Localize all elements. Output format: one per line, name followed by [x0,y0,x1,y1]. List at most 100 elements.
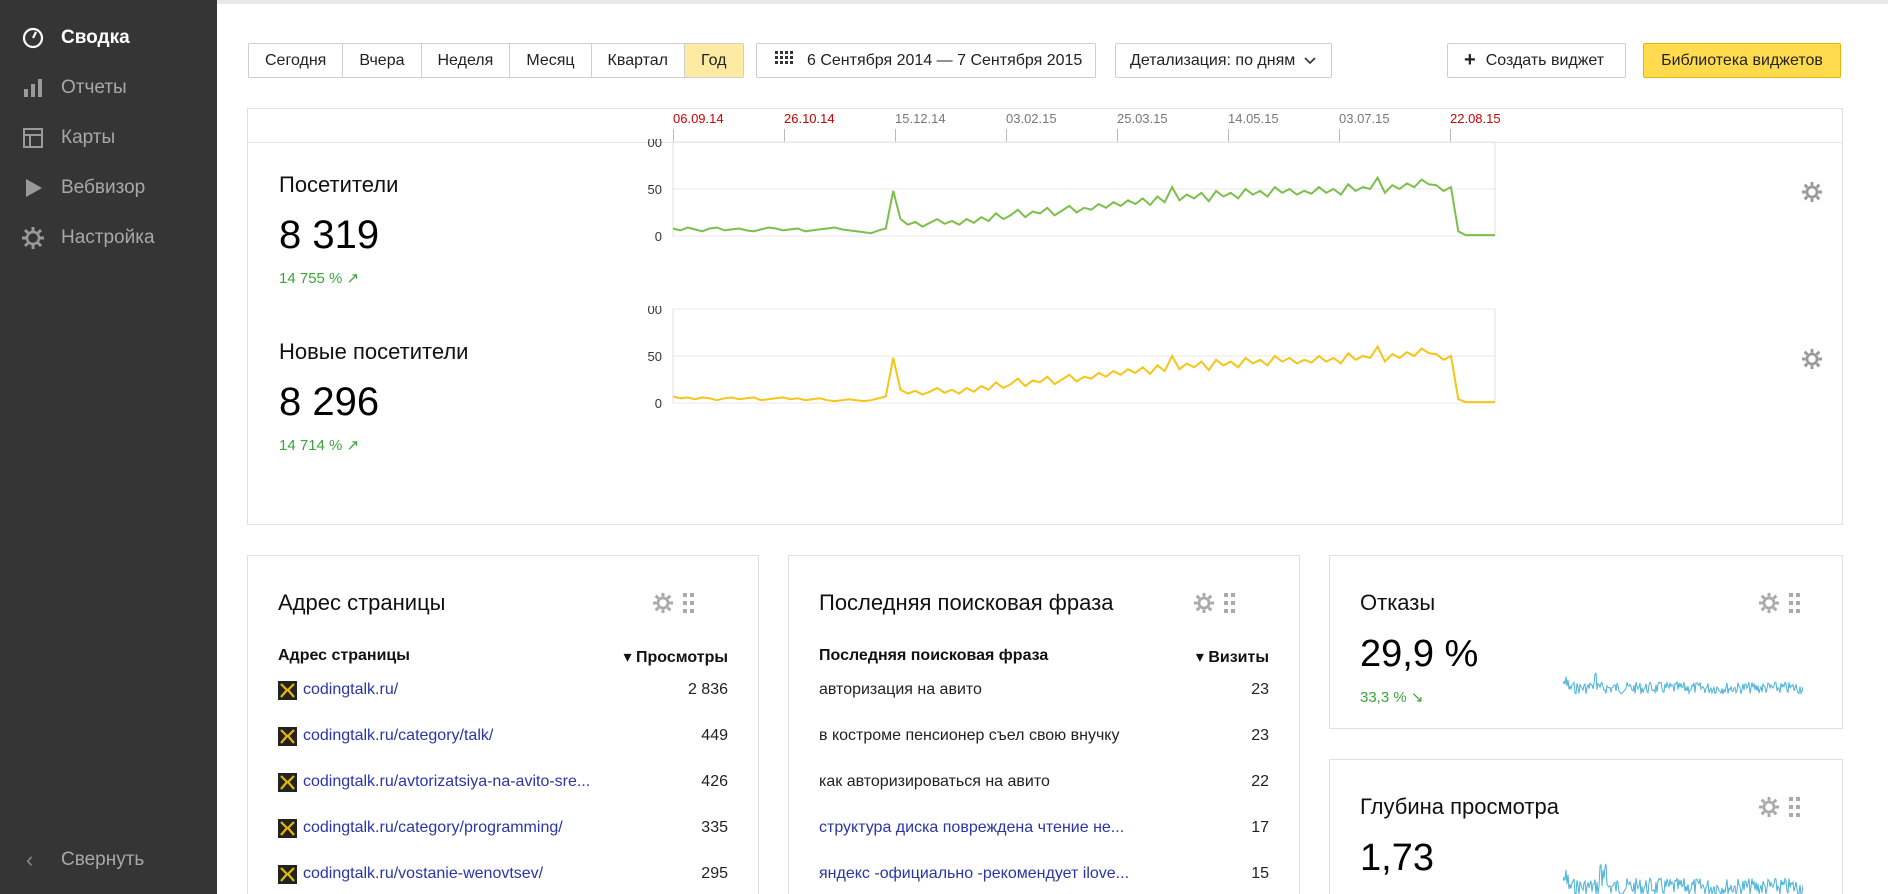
chevron-left-icon: ‹ [26,847,34,872]
page-depth-widget: Глубина просмотра 1,73 [1329,759,1843,894]
row-value: 23 [1251,681,1269,698]
row-value: 426 [701,773,728,790]
period-month-button[interactable]: Месяц [510,44,592,77]
row-label[interactable]: структура диска повреждена чтение не... [819,819,1124,837]
timeline-axis: 06.09.14 26.10.14 15.12.14 03.02.15 25.03.15… [248,109,1842,143]
views-sort-header[interactable]: ▾ Просмотры [624,647,728,667]
row-value: 22 [1251,773,1269,790]
bounce-rate-widget: Отказы 29,9 % 33,3 % ↘ [1329,555,1843,729]
period-year-button[interactable]: Год [685,44,743,77]
sidebar-item-label: Вебвизор [61,177,146,198]
row-value: 295 [701,865,728,882]
site-favicon-icon [278,772,297,792]
row-label: авторизация на авито [819,681,982,698]
search-phrase-widget: Последняя поисковая фраза Последняя поис… [788,555,1300,894]
y-tick-label: 50 [648,349,662,364]
detail-dropdown[interactable]: Детализация: по дням [1115,43,1332,78]
drag-handle-icon[interactable] [1789,797,1801,822]
widget-library-button[interactable]: Библиотека виджетов [1643,43,1841,78]
row-label[interactable]: codingtalk.ru/ [303,681,398,699]
table-row[interactable]: codingtalk.ru/ [278,675,398,705]
plus-icon: + [1464,49,1476,71]
visitors-title: Посетители [279,172,399,197]
row-value: 335 [701,819,728,836]
sidebar-item-summary[interactable]: Сводка [0,18,217,58]
sidebar-item-reports[interactable]: Отчеты [0,68,217,108]
timeline-label: 25.03.15 [1117,111,1168,126]
date-range-picker[interactable]: 6 Сентября 2014 — 7 Сентября 2015 [756,43,1096,78]
table-row[interactable]: структура диска повреждена чтение не... [819,813,1124,843]
row-label[interactable]: codingtalk.ru/category/talk/ [303,727,493,745]
create-widget-label: Создать виджет [1485,51,1605,69]
period-today-button[interactable]: Сегодня [249,44,344,77]
calendar-icon [775,51,793,70]
column-header: Адрес страницы [278,647,410,664]
timeline-label: 06.09.14 [673,111,724,126]
row-value: 449 [701,727,728,744]
row-label: в костроме пенсионер съел свою внучку [819,727,1120,744]
period-week-button[interactable]: Неделя [422,44,511,77]
visitors-change: 14 755 % ↗ [279,270,360,287]
timeline-label: 03.07.15 [1339,111,1390,126]
row-value: 17 [1251,819,1269,836]
site-favicon-icon [278,726,297,746]
y-tick-label: 0 [655,396,662,411]
visits-sort-header[interactable]: ▾ Визиты [1196,647,1269,667]
row-label[interactable]: codingtalk.ru/category/programming/ [303,819,563,837]
sidebar-item-label: Отчеты [61,77,127,98]
y-tick-label: 100 [648,306,662,317]
table-row[interactable]: авторизация на авито [819,675,982,705]
pages-widget: Адрес страницы Адрес страницы ▾ Просмотр… [247,555,759,894]
widget-title: Глубина просмотра [1360,794,1559,819]
widget-settings-icon[interactable] [652,592,674,619]
widget-title: Отказы [1360,590,1436,615]
series-line [672,175,1495,237]
visitors-settings-icon[interactable] [1801,181,1823,208]
widget-settings-icon[interactable] [1758,796,1780,823]
row-value: 15 [1251,865,1269,882]
bounce-rate-value: 29,9 % [1360,633,1479,675]
map-icon [21,126,45,150]
new-visitors-chart: 0 50 100 [648,306,1496,411]
sidebar-item-maps[interactable]: Карты [0,118,217,158]
site-favicon-icon [278,864,297,884]
table-row[interactable]: codingtalk.ru/avtorizatsiya-na-avito-sre… [278,767,590,797]
table-row[interactable]: яндекс -официально -рекомендует ilove... [819,859,1129,889]
new-visitors-settings-icon[interactable] [1801,348,1823,375]
widget-settings-icon[interactable] [1758,592,1780,619]
y-tick-label: 0 [655,229,662,244]
collapse-sidebar-button[interactable]: ‹ Свернуть [0,840,217,880]
page-depth-value: 1,73 [1360,837,1434,879]
widget-title: Последняя поисковая фраза [819,590,1114,615]
sidebar-item-webvisor[interactable]: Вебвизор [0,168,217,208]
drag-handle-icon[interactable] [1789,593,1801,618]
period-quarter-button[interactable]: Квартал [592,44,686,77]
depth-sparkline [1563,863,1803,894]
bar-chart-icon [21,76,45,100]
drag-handle-icon[interactable] [683,593,695,618]
timeline-label: 03.02.15 [1006,111,1057,126]
timeline-label: 14.05.15 [1228,111,1279,126]
row-label[interactable]: codingtalk.ru/vostanie-wenovtsev/ [303,865,543,883]
period-yesterday-button[interactable]: Вчера [343,44,422,77]
drag-handle-icon[interactable] [1224,593,1236,618]
sidebar: Сводка Отчеты Карты Вебвизор Настройка ‹… [0,0,217,894]
site-favicon-icon [278,680,297,700]
widget-settings-icon[interactable] [1193,592,1215,619]
timeline-label: 15.12.14 [895,111,946,126]
row-label[interactable]: яндекс -официально -рекомендует ilove... [819,865,1129,883]
table-row[interactable]: в костроме пенсионер съел свою внучку [819,721,1119,751]
detail-label: Детализация: по дням [1130,51,1296,69]
collapse-label: Свернуть [61,849,145,870]
table-row[interactable]: codingtalk.ru/vostanie-wenovtsev/ [278,859,543,889]
dashboard-icon [21,26,45,50]
site-favicon-icon [278,818,297,838]
create-widget-button[interactable]: + Создать виджет [1447,43,1626,78]
y-tick-label: 100 [648,139,662,150]
table-row[interactable]: codingtalk.ru/category/programming/ [278,813,563,843]
row-label[interactable]: codingtalk.ru/avtorizatsiya-na-avito-sre… [303,773,590,791]
table-row[interactable]: codingtalk.ru/category/talk/ [278,721,493,751]
sidebar-item-settings[interactable]: Настройка [0,218,217,258]
table-row[interactable]: как авторизироваться на авито [819,767,1050,797]
widget-title: Адрес страницы [278,590,446,615]
